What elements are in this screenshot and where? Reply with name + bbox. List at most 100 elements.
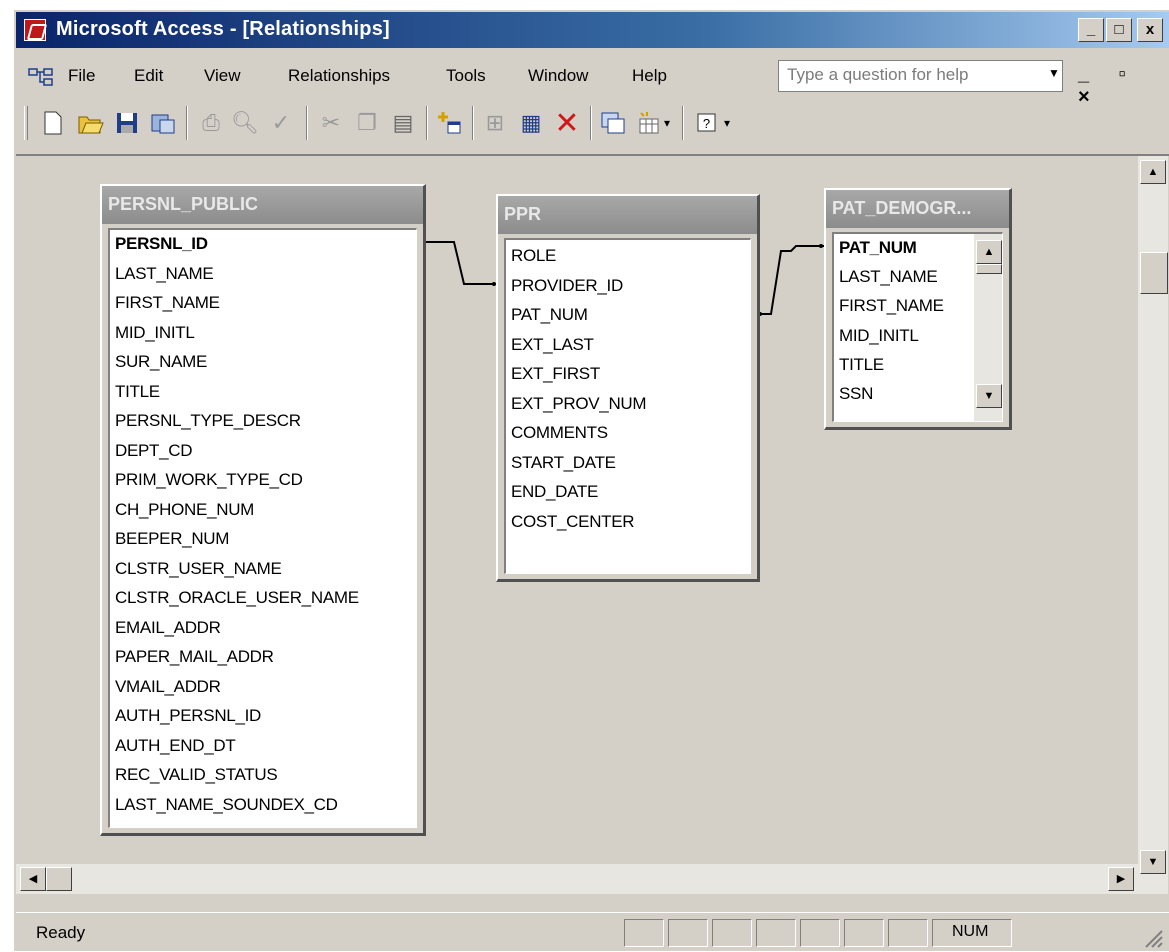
toolbar-options-icon[interactable]: ▾ — [720, 108, 734, 138]
title-bar[interactable]: Microsoft Access - [Relationships] _ □ x — [16, 12, 1169, 48]
field-item[interactable]: FIRST_NAME — [115, 293, 220, 313]
open-icon[interactable] — [76, 108, 106, 138]
table-title[interactable]: PPR — [498, 196, 757, 234]
new-icon[interactable] — [38, 108, 68, 138]
table-window-pat-demogr[interactable]: PAT_DEMOGR... PAT_NUM LAST_NAME FIRST_NA… — [824, 188, 1012, 430]
field-list[interactable]: PERSNL_ID LAST_NAME FIRST_NAME MID_INITL… — [108, 228, 417, 828]
field-item[interactable]: MID_INITL — [839, 326, 919, 346]
toolbar-grip[interactable] — [24, 106, 28, 140]
scroll-down-icon[interactable]: ▼ — [976, 384, 1002, 408]
show-all-icon[interactable]: ▦ — [516, 108, 546, 138]
new-object-icon[interactable] — [598, 108, 628, 138]
table-window-persnl-public[interactable]: PERSNL_PUBLIC PERSNL_ID LAST_NAME FIRST_… — [100, 184, 426, 836]
relationships-window-icon[interactable] — [28, 68, 54, 86]
field-item[interactable]: MID_INITL — [115, 323, 195, 343]
toolbar-separator — [426, 106, 428, 140]
menu-bar: File Edit View Relationships Tools Windo… — [16, 60, 1169, 108]
field-item[interactable]: EMAIL_ADDR — [115, 618, 221, 638]
table-title[interactable]: PERSNL_PUBLIC — [102, 186, 423, 224]
field-item[interactable]: ROLE — [511, 246, 556, 266]
field-item[interactable]: TITLE — [115, 382, 160, 402]
scroll-up-icon[interactable]: ▲ — [1140, 160, 1166, 184]
window-title: Microsoft Access - [Relationships] — [56, 18, 390, 40]
new-object-dropdown-icon[interactable]: ▾ — [660, 108, 674, 138]
field-item[interactable]: REC_VALID_STATUS — [115, 765, 278, 785]
table-title[interactable]: PAT_DEMOGR... — [826, 190, 1009, 228]
scroll-thumb[interactable] — [976, 264, 1002, 274]
copy-icon[interactable]: ❐ — [352, 108, 382, 138]
field-list-scrollbar[interactable]: ▲ ▼ — [974, 234, 1002, 421]
field-item[interactable]: TITLE — [839, 355, 884, 375]
print-icon[interactable]: ⎙ — [196, 108, 226, 138]
minimize-button[interactable]: _ — [1078, 18, 1104, 42]
field-item[interactable]: CH_PHONE_NUM — [115, 500, 254, 520]
show-direct-icon[interactable]: ⊞ — [480, 108, 510, 138]
field-item[interactable]: PRIM_WORK_TYPE_CD — [115, 470, 303, 490]
delete-icon[interactable]: ✕ — [552, 107, 582, 140]
workspace-vertical-scrollbar[interactable]: ▲ ▼ — [1138, 156, 1168, 894]
menu-window[interactable]: Window — [528, 66, 588, 86]
field-item[interactable]: BEEPER_NUM — [115, 529, 229, 549]
status-cell — [712, 919, 752, 947]
menu-relationships[interactable]: Relationships — [288, 66, 390, 86]
scroll-up-icon[interactable]: ▲ — [976, 240, 1002, 264]
horizontal-scroll-thumb[interactable] — [46, 867, 72, 891]
field-item[interactable]: LAST_NAME — [839, 267, 938, 287]
field-item[interactable]: START_DATE — [511, 453, 616, 473]
menu-help[interactable]: Help — [632, 66, 667, 86]
menu-view[interactable]: View — [204, 66, 241, 86]
field-list[interactable]: PAT_NUM LAST_NAME FIRST_NAME MID_INITL T… — [832, 232, 1003, 422]
field-key[interactable]: PERSNL_ID — [115, 234, 208, 254]
help-dropdown-arrow-icon[interactable]: ▼ — [1048, 66, 1060, 80]
field-item[interactable]: SSN — [839, 384, 873, 404]
field-list[interactable]: ROLE PROVIDER_ID PAT_NUM EXT_LAST EXT_FI… — [504, 238, 751, 574]
field-key[interactable]: PAT_NUM — [839, 238, 917, 258]
field-item[interactable]: LAST_NAME — [115, 264, 214, 284]
field-item[interactable]: EXT_PROV_NUM — [511, 394, 647, 414]
field-item[interactable]: VMAIL_ADDR — [115, 677, 221, 697]
field-item[interactable]: DEPT_CD — [115, 441, 193, 461]
scroll-right-icon[interactable]: ▶ — [1108, 867, 1134, 891]
show-table-icon[interactable] — [434, 108, 464, 138]
menu-edit[interactable]: Edit — [134, 66, 163, 86]
field-item[interactable]: END_DATE — [511, 482, 598, 502]
table-window-ppr[interactable]: PPR ROLE PROVIDER_ID PAT_NUM EXT_LAST EX… — [496, 194, 760, 582]
relationships-workspace[interactable]: PERSNL_PUBLIC PERSNL_ID LAST_NAME FIRST_… — [16, 154, 1169, 894]
workspace-horizontal-scrollbar[interactable]: ◀ ▶ — [16, 864, 1138, 894]
help-icon[interactable]: ? — [692, 108, 722, 138]
field-item[interactable]: COMMENTS — [511, 423, 608, 443]
database-window-icon[interactable] — [148, 108, 178, 138]
cut-icon[interactable]: ✂ — [316, 108, 346, 138]
field-item[interactable]: SUR_NAME — [115, 352, 207, 372]
close-button[interactable]: x — [1137, 18, 1163, 42]
paste-icon[interactable]: ▤ — [388, 108, 418, 138]
vertical-scroll-thumb[interactable] — [1140, 252, 1168, 294]
field-item[interactable]: PAPER_MAIL_ADDR — [115, 647, 274, 667]
status-ready-text: Ready — [36, 923, 86, 942]
print-preview-icon[interactable]: 🔍︎ — [230, 108, 260, 138]
scroll-down-icon[interactable]: ▼ — [1140, 850, 1166, 874]
field-item[interactable]: PERSNL_TYPE_DESCR — [115, 411, 301, 431]
field-item[interactable]: COST_CENTER — [511, 512, 635, 532]
field-item[interactable]: FIRST_NAME — [839, 296, 944, 316]
menu-tools[interactable]: Tools — [446, 66, 486, 86]
field-item[interactable]: AUTH_PERSNL_ID — [115, 706, 261, 726]
field-item[interactable]: CLSTR_ORACLE_USER_NAME — [115, 588, 359, 608]
size-grip-icon[interactable] — [1142, 927, 1164, 949]
status-bar: Ready NUM — [16, 912, 1169, 952]
field-item[interactable]: PROVIDER_ID — [511, 276, 623, 296]
menu-file[interactable]: File — [68, 66, 95, 86]
field-item[interactable]: CLSTR_USER_NAME — [115, 559, 282, 579]
save-icon[interactable] — [112, 108, 142, 138]
scroll-left-icon[interactable]: ◀ — [20, 867, 46, 891]
maximize-button[interactable]: □ — [1106, 18, 1132, 42]
field-item[interactable]: AUTH_END_DT — [115, 736, 236, 756]
field-item[interactable]: LAST_NAME_SOUNDEX_CD — [115, 795, 338, 815]
field-item[interactable]: PAT_NUM — [511, 305, 588, 325]
field-item[interactable]: EXT_LAST — [511, 335, 594, 355]
help-question-input[interactable]: Type a question for help — [778, 60, 1063, 92]
field-item[interactable]: EXT_FIRST — [511, 364, 600, 384]
spelling-icon[interactable]: ✓ — [266, 108, 296, 138]
access-app-icon[interactable] — [24, 19, 46, 41]
standard-toolbar: ⎙ 🔍︎ ✓ ✂ ❐ ▤ ⊞ ▦ ✕ ▾ ? ▾ — [16, 98, 1169, 148]
